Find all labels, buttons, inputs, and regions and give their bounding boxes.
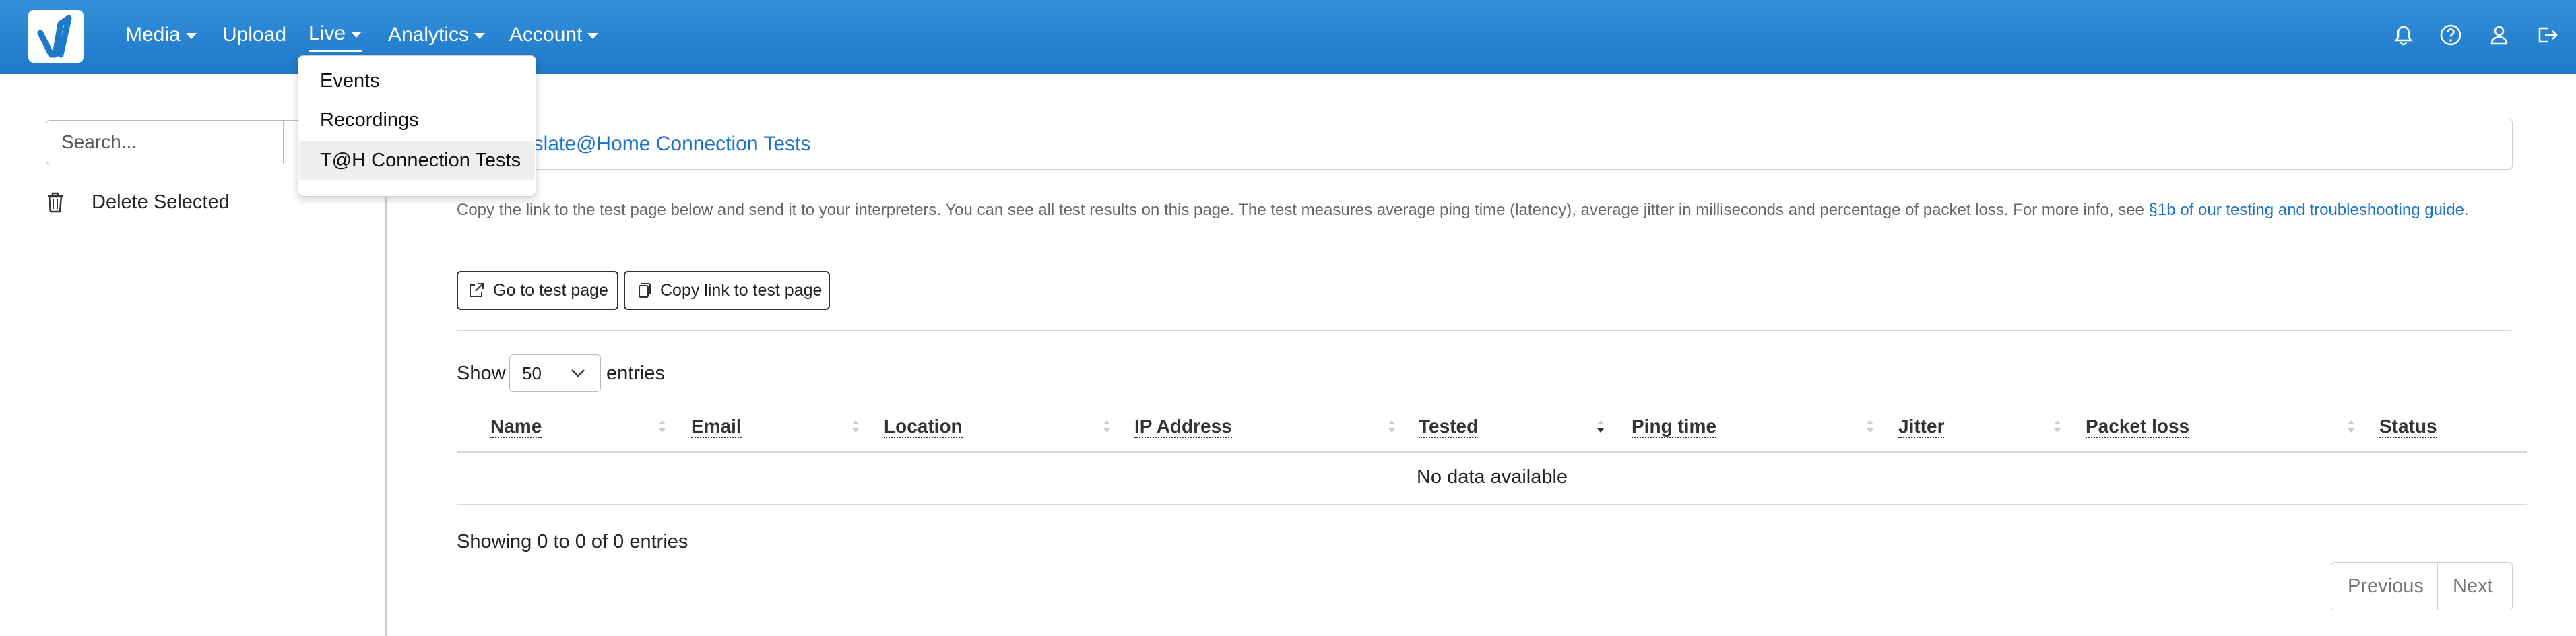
nav-live[interactable]: Live [309, 20, 362, 52]
bell-icon[interactable] [2391, 23, 2416, 47]
sort-icon [659, 420, 666, 433]
caret-down-icon [185, 32, 197, 39]
sort-icon [1867, 420, 1873, 433]
sort-icon [1103, 420, 1110, 433]
entries-label: entries [606, 362, 666, 384]
table-row: No data available [457, 453, 2527, 505]
menu-item-recordings[interactable]: Recordings [299, 100, 535, 139]
column-header-email[interactable]: Email [691, 410, 742, 451]
delete-selected-label: Delete Selected [92, 191, 230, 213]
entries-select[interactable]: 50 [509, 354, 601, 392]
nav-media[interactable]: Media [125, 20, 197, 50]
menu-item-events[interactable]: Events [299, 61, 535, 100]
empty-table-message: No data available [1416, 466, 1568, 488]
caret-down-icon [474, 32, 486, 39]
copy-icon [639, 283, 651, 298]
chevron-down-icon [571, 369, 585, 377]
divider [457, 330, 2511, 331]
help-icon[interactable] [2439, 23, 2463, 47]
logo[interactable] [28, 10, 84, 63]
table-header: Name Email Location IP Address Tested Pi… [457, 410, 2527, 453]
nav-account[interactable]: Account [509, 20, 599, 50]
page-title-box: Translate@Home Connection Tests [457, 119, 2513, 170]
sort-desc-icon [1597, 420, 1604, 433]
show-label: Show [457, 362, 506, 384]
column-header-status[interactable]: Status [2379, 410, 2437, 451]
copy-link-button[interactable]: Copy link to test page [624, 271, 830, 310]
external-link-icon [470, 283, 484, 297]
menu-item-connection-tests[interactable]: T@H Connection Tests [299, 141, 535, 180]
column-header-location[interactable]: Location [884, 410, 963, 451]
pagination: Previous Next [2331, 562, 2513, 610]
user-icon[interactable] [2487, 23, 2511, 47]
next-page-button[interactable]: Next [2453, 563, 2493, 610]
previous-page-button[interactable]: Previous [2348, 563, 2424, 610]
caret-down-icon [351, 31, 362, 38]
column-header-ip-address[interactable]: IP Address [1134, 410, 1232, 451]
go-to-test-page-button[interactable]: Go to test page [457, 271, 618, 310]
sort-icon [2054, 420, 2061, 433]
column-header-packet-loss[interactable]: Packet loss [2086, 410, 2190, 451]
pagination-divider [2437, 563, 2438, 610]
column-header-tested[interactable]: Tested [1419, 410, 1479, 451]
nav-upload[interactable]: Upload [222, 20, 286, 50]
column-header-jitter[interactable]: Jitter [1898, 410, 1945, 451]
table-info: Showing 0 to 0 of 0 entries [457, 531, 688, 552]
column-header-ping-time[interactable]: Ping time [1632, 410, 1717, 451]
sort-icon [852, 420, 859, 433]
logo-icon [37, 15, 72, 58]
logout-icon[interactable] [2534, 23, 2558, 47]
sort-icon [2348, 420, 2354, 433]
troubleshooting-guide-link[interactable]: §1b of our testing and troubleshooting g… [2149, 201, 2464, 219]
nav-analytics[interactable]: Analytics [388, 20, 486, 50]
caret-down-icon [587, 32, 599, 39]
page-title: Translate@Home Connection Tests [492, 133, 811, 155]
sort-icon [1388, 420, 1395, 433]
description-text: Copy the link to the test page below and… [457, 201, 2469, 219]
trash-icon [48, 192, 63, 213]
live-dropdown-menu: Events Recordings T@H Connection Tests [298, 55, 536, 197]
column-header-name[interactable]: Name [490, 410, 542, 451]
